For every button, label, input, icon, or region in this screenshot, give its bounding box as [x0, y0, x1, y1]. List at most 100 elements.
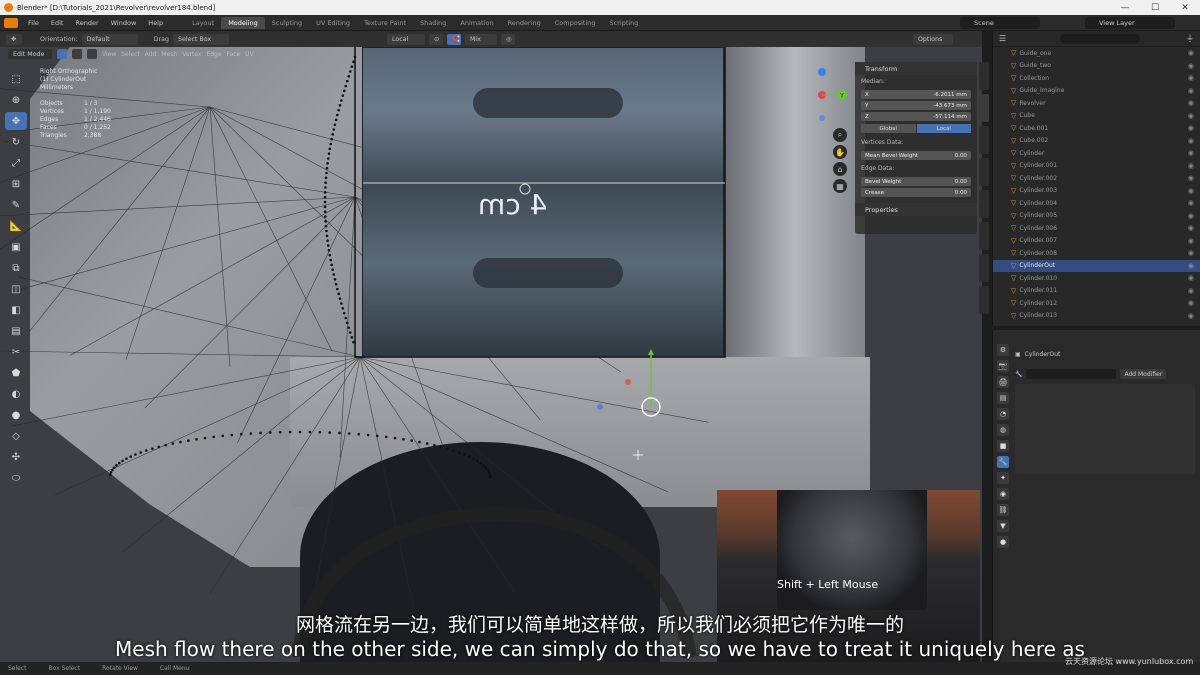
- visibility-eye-icon[interactable]: ◉: [1188, 124, 1194, 132]
- tab-animation[interactable]: Animation: [453, 17, 500, 29]
- pivot-icon[interactable]: ⊙: [428, 33, 443, 45]
- outliner-item[interactable]: ▽ Cylinder.006 ◉: [993, 222, 1200, 235]
- visibility-eye-icon[interactable]: ◉: [1188, 224, 1194, 232]
- annotate-tool-icon[interactable]: ✎: [5, 196, 27, 214]
- close-button[interactable]: ✕: [1170, 0, 1200, 15]
- outliner-item[interactable]: ▽ Cylinder.005 ◉: [993, 210, 1200, 223]
- loop-cut-tool-icon[interactable]: ▤: [5, 322, 27, 340]
- outliner-item[interactable]: ▽ Cylinder.003 ◉: [993, 185, 1200, 198]
- particles-props-icon[interactable]: ✦: [997, 472, 1009, 484]
- tab-sculpting[interactable]: Sculpting: [265, 17, 309, 29]
- visibility-eye-icon[interactable]: ◉: [1188, 74, 1194, 82]
- menu-view[interactable]: View: [102, 51, 116, 58]
- constraints-props-icon[interactable]: ⛓: [997, 504, 1009, 516]
- median-y-field[interactable]: Y -43.673 mm: [861, 101, 971, 110]
- outliner-type-icon[interactable]: ☰: [999, 34, 1006, 43]
- outliner-item[interactable]: ▽ Guide_two ◉: [993, 60, 1200, 73]
- sidebar-tab-tool[interactable]: [979, 94, 989, 122]
- outliner-item[interactable]: ▽ Cylinder.010 ◉: [993, 272, 1200, 285]
- outliner-item[interactable]: ▽ Cylinder.013 ◉: [993, 310, 1200, 323]
- tool-props-icon[interactable]: ⚙: [997, 344, 1009, 356]
- menu-mesh[interactable]: Mesh: [161, 51, 177, 58]
- physics-props-icon[interactable]: ◉: [997, 488, 1009, 500]
- outliner-item[interactable]: ▽ Revolver ◉: [993, 97, 1200, 110]
- tab-uv-editing[interactable]: UV Editing: [309, 17, 357, 29]
- tab-texture-paint[interactable]: Texture Paint: [357, 17, 413, 29]
- cursor-tool-icon[interactable]: ⊕: [5, 91, 27, 109]
- tab-compositing[interactable]: Compositing: [548, 17, 603, 29]
- outliner-item[interactable]: ▽ Guide_one ◉: [993, 47, 1200, 60]
- camera-view-icon[interactable]: ⌂: [833, 162, 847, 176]
- face-select-icon[interactable]: [87, 49, 97, 59]
- knife-tool-icon[interactable]: ✂: [5, 343, 27, 361]
- median-z-field[interactable]: Z -57.114 mm: [861, 112, 971, 121]
- render-props-icon[interactable]: 📷: [997, 360, 1009, 372]
- outliner-item[interactable]: ▽ Cube.001 ◉: [993, 122, 1200, 135]
- mode-dropdown[interactable]: Edit Mode: [8, 49, 52, 59]
- move-tool-icon[interactable]: ✥: [5, 112, 27, 130]
- extrude-tool-icon[interactable]: ⧉: [5, 259, 27, 277]
- snap-dropdown[interactable]: Mix: [464, 33, 497, 45]
- data-props-icon[interactable]: ▼: [997, 520, 1009, 532]
- add-cube-tool-icon[interactable]: ▣: [5, 238, 27, 256]
- visibility-eye-icon[interactable]: ◉: [1188, 174, 1194, 182]
- tool-icon[interactable]: ✥: [6, 33, 22, 45]
- minimize-button[interactable]: —: [1110, 0, 1140, 15]
- visibility-eye-icon[interactable]: ◉: [1188, 312, 1194, 320]
- drag-dropdown[interactable]: Select Box: [172, 33, 229, 45]
- local-button[interactable]: Local: [916, 124, 971, 133]
- menu-edge[interactable]: Edge: [206, 51, 221, 58]
- menu-add[interactable]: Add: [145, 51, 157, 58]
- edge-slide-tool-icon[interactable]: ◇: [5, 427, 27, 445]
- menu-select[interactable]: Select: [121, 51, 140, 58]
- visibility-eye-icon[interactable]: ◉: [1188, 249, 1194, 257]
- vertex-select-icon[interactable]: [57, 49, 67, 59]
- visibility-eye-icon[interactable]: ◉: [1188, 137, 1194, 145]
- pan-hand-icon[interactable]: ✋: [833, 145, 847, 159]
- snap-toggle-icon[interactable]: 🧲: [446, 33, 461, 45]
- visibility-eye-icon[interactable]: ◉: [1188, 287, 1194, 295]
- zoom-icon[interactable]: ⌕: [833, 128, 847, 142]
- visibility-eye-icon[interactable]: ◉: [1188, 112, 1194, 120]
- navigation-gizmo[interactable]: Y: [800, 65, 860, 125]
- outliner-item[interactable]: ▽ Collection ◉: [993, 72, 1200, 85]
- shrink-tool-icon[interactable]: ✣: [5, 448, 27, 466]
- visibility-eye-icon[interactable]: ◉: [1188, 274, 1194, 282]
- visibility-eye-icon[interactable]: ◉: [1188, 187, 1194, 195]
- blender-menu-icon[interactable]: [4, 17, 18, 28]
- rotate-tool-icon[interactable]: ↻: [5, 133, 27, 151]
- visibility-eye-icon[interactable]: ◉: [1188, 162, 1194, 170]
- tab-layout[interactable]: Layout: [185, 17, 221, 29]
- properties-header[interactable]: Properties: [855, 203, 977, 216]
- sidebar-tab-edit[interactable]: [979, 158, 989, 186]
- output-props-icon[interactable]: 🖨: [997, 376, 1009, 388]
- outliner-search-input[interactable]: [1060, 33, 1141, 44]
- outliner-item[interactable]: ▽ Cylinder.011 ◉: [993, 285, 1200, 298]
- visibility-eye-icon[interactable]: ◉: [1188, 212, 1194, 220]
- sidebar-tab-addon-4[interactable]: [979, 286, 989, 314]
- sidebar-tab-addon-1[interactable]: [979, 190, 989, 218]
- menu-face[interactable]: Face: [227, 51, 241, 58]
- outliner-item[interactable]: ▽ Cube ◉: [993, 110, 1200, 123]
- menu-file[interactable]: File: [22, 19, 45, 27]
- sidebar-tab-view[interactable]: [979, 126, 989, 154]
- modifier-search-field[interactable]: [1026, 369, 1117, 379]
- scene-selector[interactable]: Scene: [960, 17, 1040, 29]
- transform-gizmo[interactable]: [590, 347, 670, 427]
- transform-header[interactable]: Transform: [855, 62, 977, 75]
- transform-orientation-dropdown[interactable]: Local: [386, 33, 425, 45]
- tab-scripting[interactable]: Scripting: [603, 17, 646, 29]
- menu-edit[interactable]: Edit: [45, 19, 70, 27]
- orientation-dropdown[interactable]: Default: [81, 33, 138, 45]
- world-props-icon[interactable]: ◍: [997, 424, 1009, 436]
- edge-select-icon[interactable]: [72, 49, 82, 59]
- visibility-eye-icon[interactable]: ◉: [1188, 262, 1194, 270]
- outliner-item[interactable]: ▽ Cylinder.004 ◉: [993, 197, 1200, 210]
- visibility-eye-icon[interactable]: ◉: [1188, 87, 1194, 95]
- median-x-field[interactable]: X -6.2011 mm: [861, 90, 971, 99]
- outliner-item[interactable]: ▽ Cylinder.012 ◉: [993, 297, 1200, 310]
- menu-window[interactable]: Window: [105, 19, 143, 27]
- scale-tool-icon[interactable]: ⤢: [5, 154, 27, 172]
- outliner-item[interactable]: ▽ Cylinder.008 ◉: [993, 247, 1200, 260]
- tab-rendering[interactable]: Rendering: [501, 17, 548, 29]
